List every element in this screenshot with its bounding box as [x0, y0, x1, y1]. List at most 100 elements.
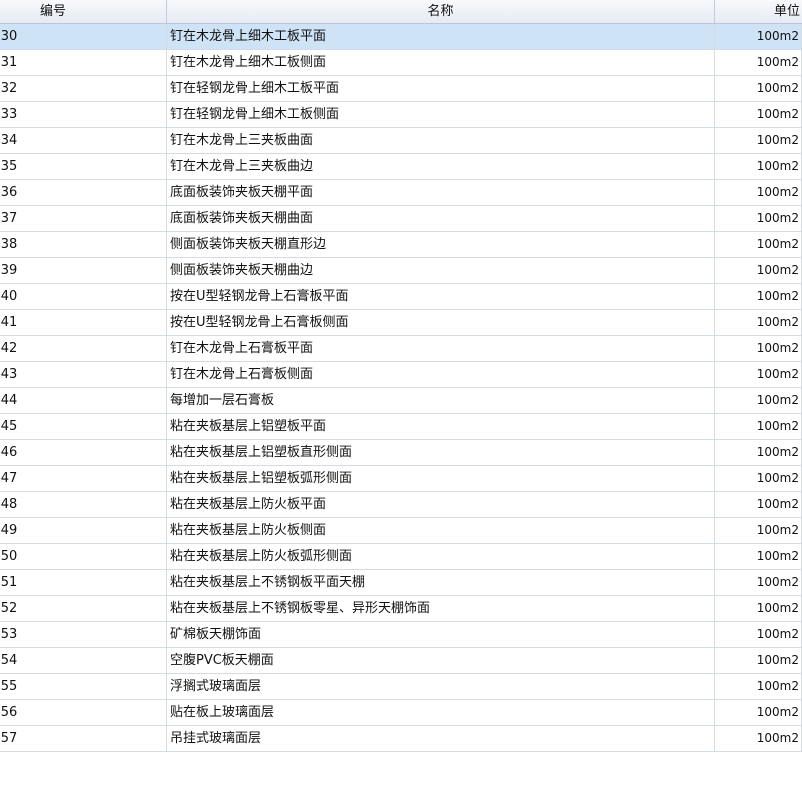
- row-code-cell: -52: [0, 596, 167, 621]
- row-code-cell: -31: [0, 50, 167, 75]
- row-unit-cell: 100m2: [715, 518, 802, 543]
- table-row[interactable]: -34钉在木龙骨上三夹板曲面100m2: [0, 128, 802, 154]
- table-row[interactable]: -55浮搁式玻璃面层100m2: [0, 674, 802, 700]
- row-name-cell: 钉在轻钢龙骨上细木工板侧面: [167, 102, 715, 127]
- row-unit-cell: 100m2: [715, 544, 802, 569]
- row-name-cell: 钉在木龙骨上石膏板侧面: [167, 362, 715, 387]
- row-unit-cell: 100m2: [715, 232, 802, 257]
- row-code-cell: -36: [0, 180, 167, 205]
- table-row[interactable]: -56贴在板上玻璃面层100m2: [0, 700, 802, 726]
- table-row[interactable]: -40按在U型轻钢龙骨上石膏板平面100m2: [0, 284, 802, 310]
- table-row[interactable]: -30钉在木龙骨上细木工板平面100m2: [0, 24, 802, 50]
- table-row[interactable]: -33钉在轻钢龙骨上细木工板侧面100m2: [0, 102, 802, 128]
- row-name-cell: 粘在夹板基层上防火板弧形侧面: [167, 544, 715, 569]
- row-code-cell: -34: [0, 128, 167, 153]
- table-row[interactable]: -47粘在夹板基层上铝塑板弧形侧面100m2: [0, 466, 802, 492]
- table-row[interactable]: -53矿棉板天棚饰面100m2: [0, 622, 802, 648]
- row-name-cell: 按在U型轻钢龙骨上石膏板平面: [167, 284, 715, 309]
- table-row[interactable]: -43钉在木龙骨上石膏板侧面100m2: [0, 362, 802, 388]
- quota-table: 编号 名称 单位 -30钉在木龙骨上细木工板平面100m2-31钉在木龙骨上细木…: [0, 0, 802, 752]
- row-name-cell: 粘在夹板基层上铝塑板平面: [167, 414, 715, 439]
- table-row[interactable]: -36底面板装饰夹板天棚平面100m2: [0, 180, 802, 206]
- row-code-cell: -50: [0, 544, 167, 569]
- row-name-cell: 钉在木龙骨上细木工板侧面: [167, 50, 715, 75]
- row-code-cell: -54: [0, 648, 167, 673]
- row-unit-cell: 100m2: [715, 336, 802, 361]
- row-code-cell: -32: [0, 76, 167, 101]
- column-header-code[interactable]: 编号: [0, 0, 167, 23]
- table-row[interactable]: -57吊挂式玻璃面层100m2: [0, 726, 802, 752]
- row-name-cell: 粘在夹板基层上不锈钢板平面天棚: [167, 570, 715, 595]
- row-code-cell: -45: [0, 414, 167, 439]
- row-unit-cell: 100m2: [715, 674, 802, 699]
- row-name-cell: 粘在夹板基层上防火板侧面: [167, 518, 715, 543]
- row-code-cell: -39: [0, 258, 167, 283]
- table-row[interactable]: -48粘在夹板基层上防火板平面100m2: [0, 492, 802, 518]
- row-code-cell: -35: [0, 154, 167, 179]
- row-code-cell: -51: [0, 570, 167, 595]
- row-unit-cell: 100m2: [715, 154, 802, 179]
- row-unit-cell: 100m2: [715, 726, 802, 751]
- row-unit-cell: 100m2: [715, 700, 802, 725]
- row-unit-cell: 100m2: [715, 648, 802, 673]
- table-row[interactable]: -42钉在木龙骨上石膏板平面100m2: [0, 336, 802, 362]
- table-row[interactable]: -32钉在轻钢龙骨上细木工板平面100m2: [0, 76, 802, 102]
- row-name-cell: 空腹PVC板天棚面: [167, 648, 715, 673]
- row-unit-cell: 100m2: [715, 622, 802, 647]
- row-unit-cell: 100m2: [715, 24, 802, 49]
- table-row[interactable]: -50粘在夹板基层上防火板弧形侧面100m2: [0, 544, 802, 570]
- row-name-cell: 底面板装饰夹板天棚曲面: [167, 206, 715, 231]
- table-header: 编号 名称 单位: [0, 0, 802, 24]
- row-code-cell: -42: [0, 336, 167, 361]
- table-row[interactable]: -52粘在夹板基层上不锈钢板零星、异形天棚饰面100m2: [0, 596, 802, 622]
- row-unit-cell: 100m2: [715, 492, 802, 517]
- row-code-cell: -43: [0, 362, 167, 387]
- row-name-cell: 侧面板装饰夹板天棚曲边: [167, 258, 715, 283]
- row-name-cell: 粘在夹板基层上铝塑板直形侧面: [167, 440, 715, 465]
- row-name-cell: 粘在夹板基层上防火板平面: [167, 492, 715, 517]
- table-row[interactable]: -31钉在木龙骨上细木工板侧面100m2: [0, 50, 802, 76]
- table-row[interactable]: -44每增加一层石膏板100m2: [0, 388, 802, 414]
- row-unit-cell: 100m2: [715, 76, 802, 101]
- row-name-cell: 钉在木龙骨上石膏板平面: [167, 336, 715, 361]
- row-name-cell: 贴在板上玻璃面层: [167, 700, 715, 725]
- row-code-cell: -57: [0, 726, 167, 751]
- row-code-cell: -46: [0, 440, 167, 465]
- column-header-unit[interactable]: 单位: [715, 0, 802, 23]
- row-name-cell: 粘在夹板基层上不锈钢板零星、异形天棚饰面: [167, 596, 715, 621]
- row-code-cell: -48: [0, 492, 167, 517]
- row-unit-cell: 100m2: [715, 570, 802, 595]
- row-unit-cell: 100m2: [715, 102, 802, 127]
- table-row[interactable]: -46粘在夹板基层上铝塑板直形侧面100m2: [0, 440, 802, 466]
- row-code-cell: -33: [0, 102, 167, 127]
- row-unit-cell: 100m2: [715, 128, 802, 153]
- table-row[interactable]: -37底面板装饰夹板天棚曲面100m2: [0, 206, 802, 232]
- row-code-cell: -30: [0, 24, 167, 49]
- table-row[interactable]: -38侧面板装饰夹板天棚直形边100m2: [0, 232, 802, 258]
- row-unit-cell: 100m2: [715, 414, 802, 439]
- row-name-cell: 钉在木龙骨上细木工板平面: [167, 24, 715, 49]
- table-row[interactable]: -41按在U型轻钢龙骨上石膏板侧面100m2: [0, 310, 802, 336]
- table-row[interactable]: -39侧面板装饰夹板天棚曲边100m2: [0, 258, 802, 284]
- row-code-cell: -41: [0, 310, 167, 335]
- row-name-cell: 底面板装饰夹板天棚平面: [167, 180, 715, 205]
- row-name-cell: 吊挂式玻璃面层: [167, 726, 715, 751]
- column-header-name[interactable]: 名称: [167, 0, 715, 23]
- row-name-cell: 侧面板装饰夹板天棚直形边: [167, 232, 715, 257]
- table-row[interactable]: -49粘在夹板基层上防火板侧面100m2: [0, 518, 802, 544]
- row-name-cell: 钉在木龙骨上三夹板曲面: [167, 128, 715, 153]
- row-code-cell: -40: [0, 284, 167, 309]
- table-row[interactable]: -45粘在夹板基层上铝塑板平面100m2: [0, 414, 802, 440]
- row-unit-cell: 100m2: [715, 466, 802, 491]
- row-name-cell: 矿棉板天棚饰面: [167, 622, 715, 647]
- row-code-cell: -55: [0, 674, 167, 699]
- row-name-cell: 钉在轻钢龙骨上细木工板平面: [167, 76, 715, 101]
- row-name-cell: 按在U型轻钢龙骨上石膏板侧面: [167, 310, 715, 335]
- row-name-cell: 每增加一层石膏板: [167, 388, 715, 413]
- table-row[interactable]: -35钉在木龙骨上三夹板曲边100m2: [0, 154, 802, 180]
- row-unit-cell: 100m2: [715, 206, 802, 231]
- row-unit-cell: 100m2: [715, 310, 802, 335]
- table-row[interactable]: -54空腹PVC板天棚面100m2: [0, 648, 802, 674]
- table-row[interactable]: -51粘在夹板基层上不锈钢板平面天棚100m2: [0, 570, 802, 596]
- row-unit-cell: 100m2: [715, 284, 802, 309]
